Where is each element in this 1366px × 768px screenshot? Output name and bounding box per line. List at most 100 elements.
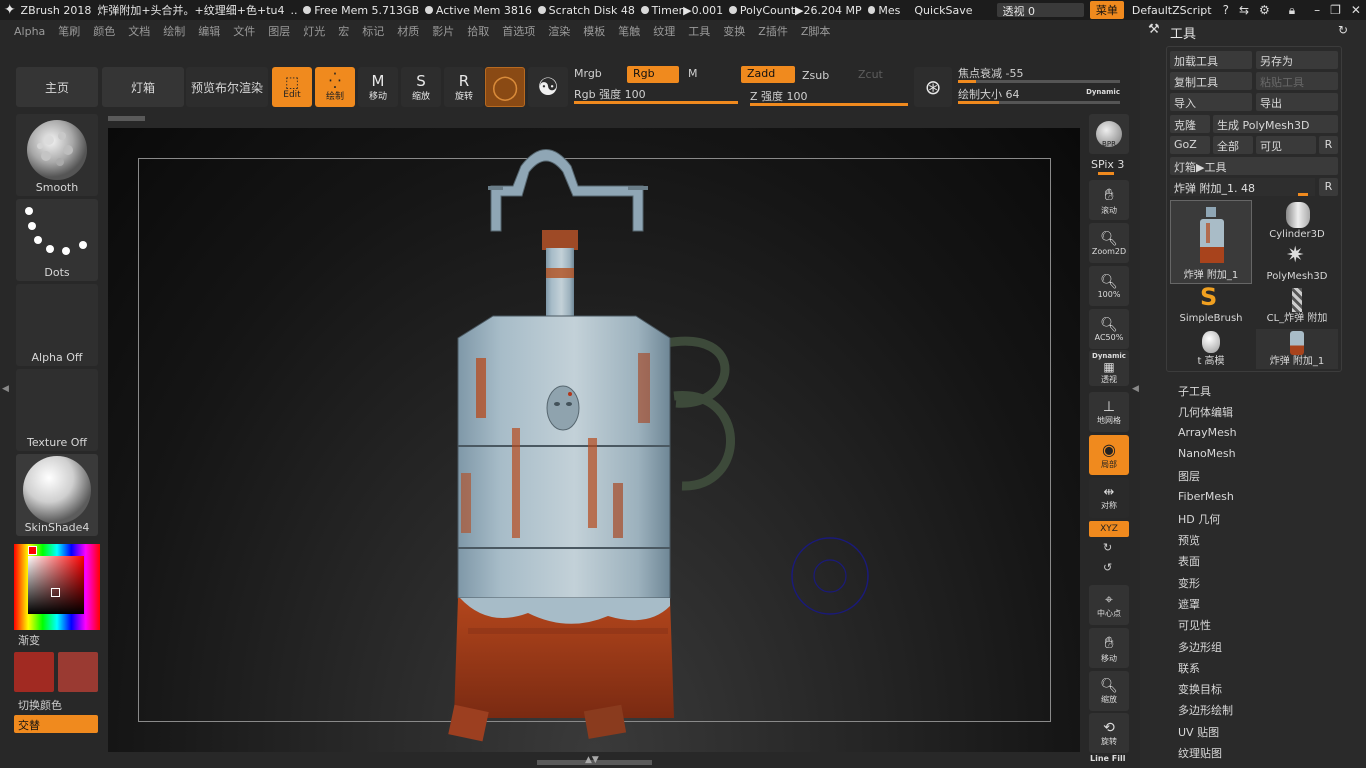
goz-button[interactable]: GoZ: [1170, 136, 1210, 154]
subpalette-uv-map[interactable]: UV 贴图: [1178, 724, 1219, 740]
subpalette-visibility[interactable]: 可见性: [1178, 617, 1211, 633]
current-tool-slider[interactable]: 炸弹 附加_1. 48: [1170, 178, 1315, 196]
tool-thumb-bomb-2[interactable]: 炸弹 附加_1: [1256, 329, 1338, 369]
menu-transform[interactable]: 变换: [723, 23, 745, 39]
center-point-button[interactable]: ⌖ 中心点: [1089, 585, 1129, 625]
subpalette-texture-map[interactable]: 纹理贴图: [1178, 745, 1222, 761]
material-selector[interactable]: SkinShade4: [16, 454, 98, 536]
menu-zplugin[interactable]: Z插件: [758, 23, 788, 39]
z-intensity-slider[interactable]: Z 强度 100: [750, 88, 908, 106]
subpalette-geometry[interactable]: 几何体编辑: [1178, 404, 1233, 420]
tool-panel-title[interactable]: 工具: [1170, 23, 1196, 42]
save-as-button[interactable]: 另存为: [1256, 51, 1338, 69]
spix-label[interactable]: SPix 3: [1091, 158, 1124, 171]
menu-zscript[interactable]: Z脚本: [801, 23, 831, 39]
zoom-view-button[interactable]: 🔍︎ 缩放: [1089, 671, 1129, 711]
m-toggle[interactable]: M: [682, 66, 704, 83]
symmetry-button[interactable]: ⇹ 对称: [1089, 478, 1129, 518]
brush-selector[interactable]: Smooth: [16, 114, 98, 196]
menu-brush[interactable]: 笔刷: [58, 23, 80, 39]
tool-thumb-simplebrush[interactable]: S SimpleBrush: [1170, 284, 1252, 326]
material-sphere-button[interactable]: ◯: [485, 67, 525, 107]
spix-slider-fill[interactable]: [1098, 172, 1114, 175]
alpha-selector[interactable]: Alpha Off: [16, 284, 98, 366]
subpalette-masking[interactable]: 遮罩: [1178, 596, 1200, 612]
subpalette-subtool[interactable]: 子工具: [1178, 383, 1211, 399]
menu-movie[interactable]: 影片: [432, 23, 454, 39]
lightbox-tools-button[interactable]: 灯箱▶工具: [1170, 157, 1338, 175]
dynamic-toggle[interactable]: Dynamic: [1086, 88, 1120, 96]
tool-thumb-highres-head[interactable]: t 高模: [1170, 329, 1252, 369]
right-tray-collapse-icon[interactable]: ◀: [1132, 384, 1139, 394]
menu-color[interactable]: 颜色: [93, 23, 115, 39]
rgb-intensity-slider[interactable]: Rgb 强度 100: [574, 86, 738, 104]
menu-button[interactable]: 菜单: [1089, 1, 1124, 19]
settings-icon[interactable]: ⚙: [1259, 3, 1270, 17]
bpr-render-button[interactable]: BPR: [1089, 114, 1129, 154]
menu-edit[interactable]: 编辑: [198, 23, 220, 39]
menu-picker[interactable]: 拾取: [467, 23, 489, 39]
gradient-label[interactable]: 渐变: [18, 632, 40, 648]
menu-stencil[interactable]: 模板: [583, 23, 605, 39]
mrgb-toggle[interactable]: Mrgb: [568, 66, 608, 83]
menu-draw[interactable]: 绘制: [163, 23, 185, 39]
stroke-selector[interactable]: Dots: [16, 199, 98, 281]
paste-tool-button[interactable]: 粘贴工具: [1256, 72, 1338, 90]
bpr-preview-button[interactable]: 预览布尔渲染: [186, 67, 268, 107]
menu-material[interactable]: 材质: [397, 23, 419, 39]
bottom-expand-icon[interactable]: ▲▼: [585, 755, 599, 765]
menu-texture[interactable]: 纹理: [653, 23, 675, 39]
home-button[interactable]: 主页: [16, 67, 98, 107]
bomb-canister-model[interactable]: [108, 128, 1080, 752]
zoom2d-button[interactable]: 🔍︎ Zoom2D: [1089, 223, 1129, 263]
zsub-toggle[interactable]: Zsub: [796, 68, 835, 85]
zadd-toggle[interactable]: Zadd: [741, 66, 795, 83]
restore-icon[interactable]: ❐: [1330, 3, 1341, 17]
move-view-button[interactable]: ✋︎ 移动: [1089, 628, 1129, 668]
subpalette-contact[interactable]: 联系: [1178, 660, 1200, 676]
rgb-toggle[interactable]: Rgb: [627, 66, 679, 83]
ac50-button[interactable]: 🔍︎ AC50%: [1089, 309, 1129, 349]
draw-size-slider[interactable]: 绘制大小 64 Dynamic: [958, 86, 1120, 104]
menu-light[interactable]: 灯光: [303, 23, 325, 39]
local-symmetry-button[interactable]: ◉ 局部: [1089, 435, 1129, 475]
zcut-toggle[interactable]: Zcut: [852, 67, 889, 84]
menu-layer[interactable]: 图层: [268, 23, 290, 39]
menu-macro[interactable]: 宏: [338, 23, 349, 39]
move-button[interactable]: M 移动: [358, 67, 398, 107]
perspective-slider[interactable]: 透视 0: [996, 3, 1084, 18]
clone-button[interactable]: 克隆: [1170, 115, 1210, 133]
edit-button[interactable]: ⬚ Edit: [272, 67, 312, 107]
matcap-button[interactable]: ☯: [528, 67, 568, 107]
tool-thumb-cl-bomb[interactable]: CL_炸弹 附加: [1256, 286, 1338, 326]
rotate-button[interactable]: R 旋转: [444, 67, 484, 107]
floor-button[interactable]: ⊥ 地网格: [1089, 392, 1129, 432]
lightbox-button[interactable]: 灯箱: [102, 67, 184, 107]
goz-visible-button[interactable]: 可见: [1256, 136, 1316, 154]
menu-preferences[interactable]: 首选项: [502, 23, 535, 39]
subpalette-fibermesh[interactable]: FiberMesh: [1178, 490, 1234, 503]
subpalette-layers[interactable]: 图层: [1178, 468, 1200, 484]
current-tool-r-button[interactable]: R: [1319, 178, 1338, 196]
subpalette-deformation[interactable]: 变形: [1178, 575, 1200, 591]
minimize-icon[interactable]: –: [1314, 3, 1320, 17]
default-script[interactable]: DefaultZScript: [1132, 4, 1212, 17]
subpalette-polygroups[interactable]: 多边形组: [1178, 639, 1222, 655]
focal-shift-slider[interactable]: 焦点衰减 -55: [958, 65, 1120, 83]
quicksave-button[interactable]: QuickSave: [914, 4, 972, 17]
lock-icon[interactable]: 🔒︎: [1289, 3, 1295, 18]
menu-render[interactable]: 渲染: [548, 23, 570, 39]
import-button[interactable]: 导入: [1170, 93, 1252, 111]
menu-file[interactable]: 文件: [233, 23, 255, 39]
lazy-mouse-button[interactable]: ⊛: [914, 67, 952, 107]
rotate-view-button[interactable]: ⟲ 旋转: [1089, 713, 1129, 753]
sv-marker[interactable]: [51, 588, 60, 597]
menu-document[interactable]: 文档: [128, 23, 150, 39]
goz-r-button[interactable]: R: [1319, 136, 1338, 154]
load-tool-button[interactable]: 加载工具: [1170, 51, 1252, 69]
draw-button[interactable]: ⁛ 绘制: [315, 67, 355, 107]
layout-icon[interactable]: ⇆: [1239, 3, 1249, 17]
scale-button[interactable]: S 缩放: [401, 67, 441, 107]
make-polymesh-button[interactable]: 生成 PolyMesh3D: [1213, 115, 1338, 133]
tool-thumb-cylinder[interactable]: Cylinder3D: [1256, 200, 1338, 242]
